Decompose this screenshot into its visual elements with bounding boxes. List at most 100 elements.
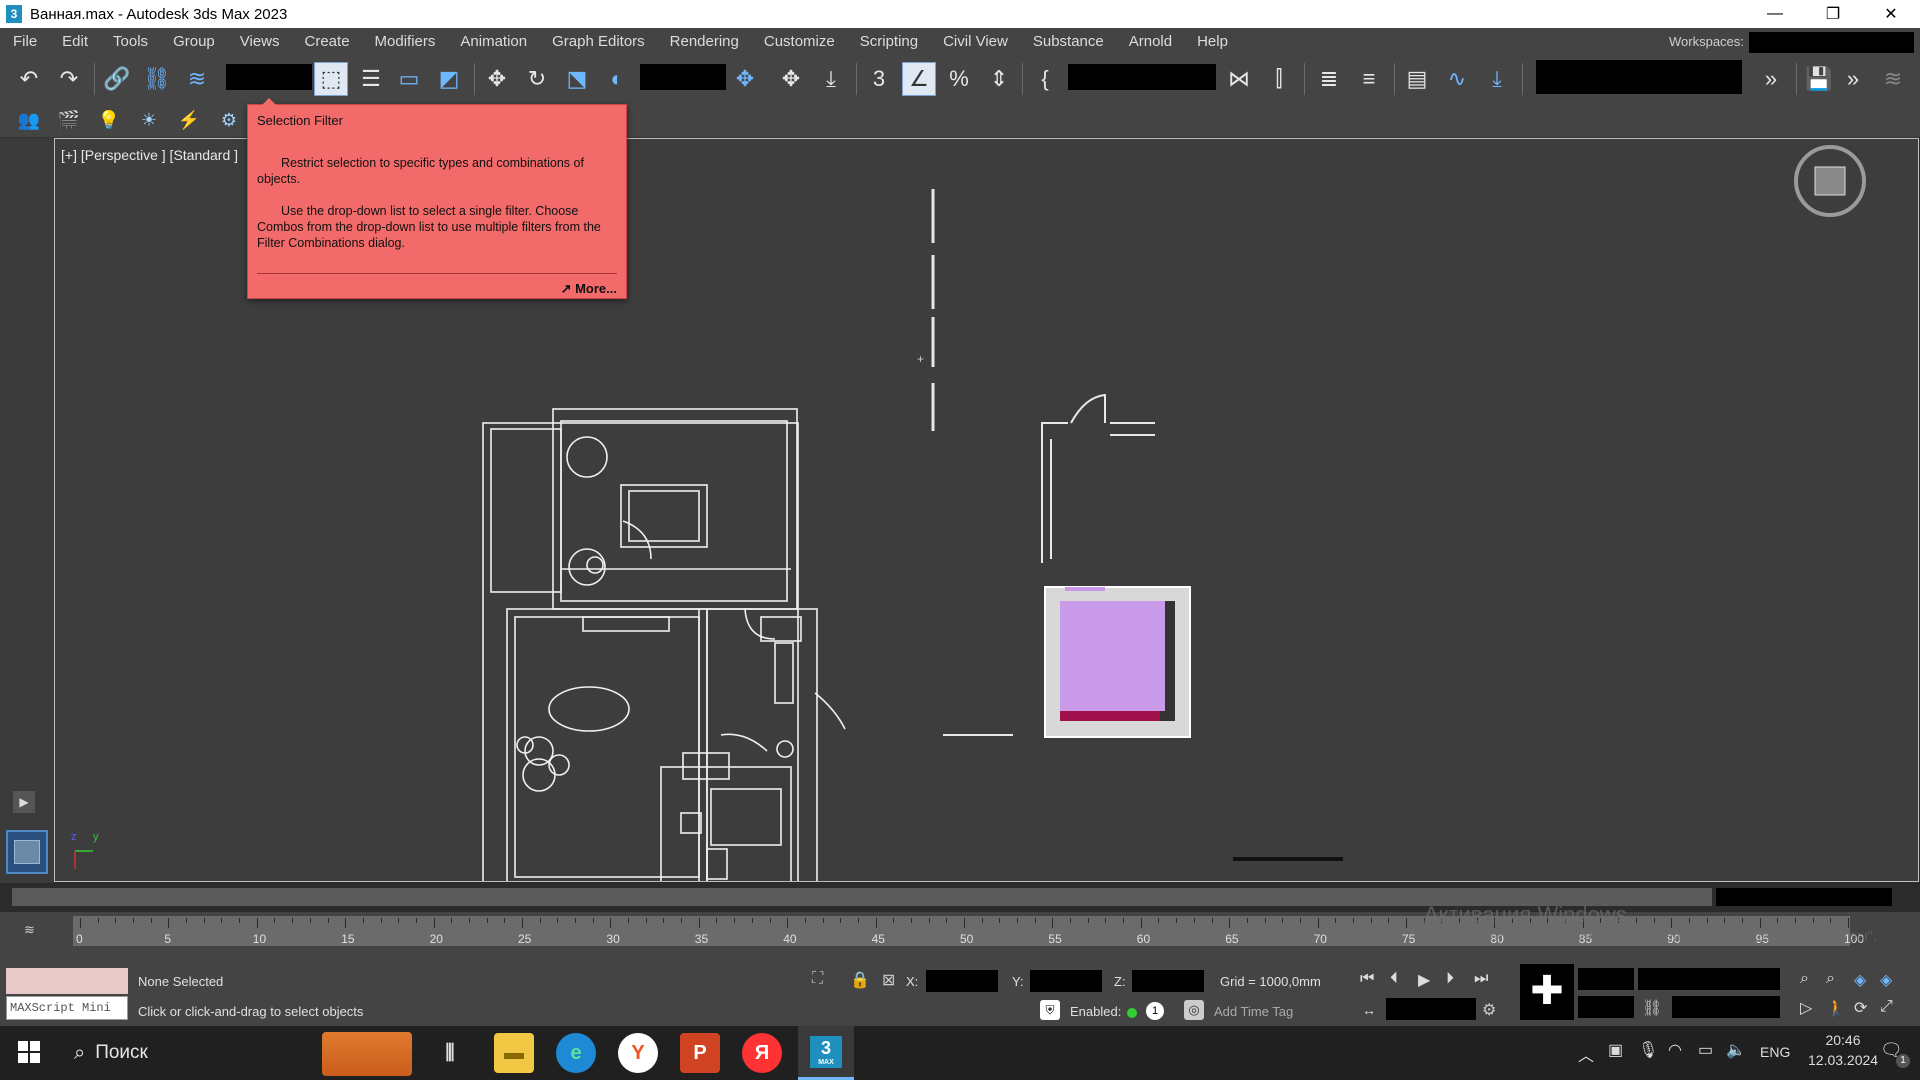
yandex-icon[interactable]: Я bbox=[742, 1033, 782, 1073]
menu-customize[interactable]: Customize bbox=[751, 28, 847, 56]
x-coordinate-field[interactable] bbox=[926, 970, 998, 992]
field-of-view-icon[interactable]: ▷ bbox=[1800, 998, 1812, 1018]
named-selection-icon[interactable]: { bbox=[1028, 62, 1062, 96]
taskbar-search[interactable]: ⌕ Поиск bbox=[64, 1026, 424, 1080]
window-crossing-icon[interactable]: ◩ bbox=[432, 62, 466, 96]
microphone-icon[interactable]: 🎙 bbox=[1638, 1040, 1658, 1060]
align-icon[interactable]: ⫿ bbox=[1262, 62, 1296, 96]
menu-tools[interactable]: Tools bbox=[100, 28, 160, 56]
z-coordinate-field[interactable] bbox=[1132, 970, 1204, 992]
time-config-arrows-icon[interactable]: ↔ bbox=[1362, 1002, 1376, 1018]
maxscript-mini-input[interactable]: MAXScript Mini bbox=[6, 996, 128, 1020]
expand-panel-icon[interactable]: ▶ bbox=[13, 791, 35, 813]
add-time-tag[interactable]: Add Time Tag bbox=[1214, 1004, 1293, 1019]
move-icon[interactable]: ✥ bbox=[480, 62, 514, 96]
key-mode-icon[interactable]: ✚ bbox=[1520, 964, 1574, 1020]
3dsmax-taskbar-button[interactable]: 3 MAX bbox=[798, 1026, 854, 1080]
menu-rendering[interactable]: Rendering bbox=[657, 28, 751, 56]
menu-modifiers[interactable]: Modifiers bbox=[362, 28, 448, 56]
menu-file[interactable]: File bbox=[0, 28, 49, 56]
edge-icon[interactable]: e bbox=[556, 1033, 596, 1073]
tooltip-more-link[interactable]: ↗ More... bbox=[561, 281, 617, 297]
close-button[interactable]: ✕ bbox=[1862, 0, 1920, 28]
select-by-name-icon[interactable]: ☰ bbox=[354, 62, 388, 96]
time-slider-end[interactable] bbox=[1716, 888, 1892, 906]
language-indicator[interactable]: ENG bbox=[1760, 1044, 1790, 1060]
auto-key-button[interactable] bbox=[1578, 968, 1634, 990]
save-icon[interactable]: 💾 bbox=[1802, 62, 1836, 96]
yandex-browser-icon[interactable]: Y bbox=[618, 1033, 658, 1073]
render-setup-icon[interactable]: ⤓ bbox=[1480, 62, 1514, 96]
light-bulb-icon[interactable]: 💡 bbox=[92, 103, 126, 137]
render-preset-dropdown[interactable] bbox=[1536, 60, 1742, 94]
rotate-icon[interactable]: ↻ bbox=[520, 62, 554, 96]
time-config-icon[interactable]: ⚙ bbox=[1482, 1000, 1496, 1020]
toggle-ribbon-icon[interactable]: ▤ bbox=[1400, 62, 1434, 96]
zoom-icon[interactable]: ⌕ bbox=[1800, 970, 1809, 988]
mirror-icon[interactable]: ⋈ bbox=[1222, 62, 1256, 96]
menu-scripting[interactable]: Scripting bbox=[847, 28, 930, 56]
zoom-all-icon[interactable]: ⌕ bbox=[1826, 970, 1835, 988]
viewport-layout-button[interactable] bbox=[6, 830, 48, 874]
previous-frame-icon[interactable]: ⏴ bbox=[1390, 970, 1398, 988]
chevron-up-icon[interactable]: ︿ bbox=[1578, 1042, 1594, 1066]
rectangular-region-icon[interactable]: ▭ bbox=[392, 62, 426, 96]
maximize-viewport-icon[interactable]: ⤢ bbox=[1880, 998, 1893, 1016]
play-icon[interactable]: ▶ bbox=[1418, 970, 1430, 990]
place-icon[interactable]: ◐ bbox=[600, 62, 634, 96]
key-filter-dropdown[interactable] bbox=[1638, 968, 1780, 990]
current-frame-field[interactable] bbox=[1386, 998, 1476, 1020]
spot-light-icon[interactable]: ⚡ bbox=[172, 103, 206, 137]
absolute-mode-icon[interactable]: ⊠ bbox=[882, 970, 895, 990]
menu-arnold[interactable]: Arnold bbox=[1116, 28, 1184, 56]
volume-icon[interactable]: 🔈 bbox=[1726, 1040, 1746, 1060]
wifi-icon[interactable]: ◠ bbox=[1668, 1040, 1682, 1060]
menu-views[interactable]: Views bbox=[227, 28, 292, 56]
menu-group[interactable]: Group bbox=[160, 28, 227, 56]
pivot-icon[interactable]: ✥ bbox=[728, 62, 762, 96]
battery-icon[interactable]: ▭ bbox=[1698, 1040, 1713, 1060]
windows-start-icon[interactable] bbox=[18, 1041, 40, 1063]
select-manipulate-icon[interactable]: ✥ bbox=[774, 62, 808, 96]
redo-icon[interactable]: ↷ bbox=[52, 62, 86, 96]
select-object-icon[interactable]: ⬚ bbox=[314, 62, 348, 96]
file-explorer-icon[interactable]: ▬ bbox=[494, 1033, 534, 1073]
selection-filter-dropdown[interactable] bbox=[226, 64, 312, 90]
y-coordinate-field[interactable] bbox=[1030, 970, 1102, 992]
unlink-icon[interactable]: ⛓ bbox=[140, 62, 174, 96]
snaps-toggle-icon[interactable]: 3 bbox=[862, 62, 896, 96]
undo-icon[interactable]: ↶ bbox=[12, 62, 46, 96]
3dsmax-app-icon[interactable]: 3 bbox=[6, 5, 22, 23]
curve-toggle-icon[interactable]: ≋ bbox=[24, 922, 35, 938]
orbit-icon[interactable]: ⟳ bbox=[1854, 998, 1867, 1018]
menu-help[interactable]: Help bbox=[1184, 28, 1240, 56]
menu-graph-editors[interactable]: Graph Editors bbox=[539, 28, 657, 56]
spinner-snap-icon[interactable]: ⇕ bbox=[982, 62, 1016, 96]
menu-substance[interactable]: Substance bbox=[1020, 28, 1116, 56]
selection-set-field[interactable] bbox=[1672, 996, 1780, 1018]
zoom-extents-icon[interactable]: ◈ bbox=[1854, 970, 1866, 990]
clock[interactable]: 20:46 12.03.2024 bbox=[1808, 1032, 1878, 1068]
toggle-scene-explorer-icon[interactable]: ≣ bbox=[1312, 62, 1346, 96]
curve-editor-icon[interactable]: ∿ bbox=[1440, 62, 1474, 96]
menu-animation[interactable]: Animation bbox=[447, 28, 539, 56]
crowd-icon[interactable]: 👥 bbox=[12, 103, 46, 137]
toggle-layer-explorer-icon[interactable]: ≡ bbox=[1352, 62, 1386, 96]
walk-icon[interactable]: 🚶 bbox=[1826, 998, 1846, 1018]
percent-snap-icon[interactable]: % bbox=[942, 62, 976, 96]
settings-icon[interactable]: ⚙ bbox=[212, 103, 246, 137]
restore-button[interactable]: ❐ bbox=[1804, 0, 1862, 28]
goto-start-icon[interactable]: ⏮ bbox=[1360, 970, 1374, 988]
powerpoint-icon[interactable]: P bbox=[680, 1033, 720, 1073]
scale-icon[interactable]: ⬔ bbox=[560, 62, 594, 96]
meet-icon[interactable]: ▣ bbox=[1608, 1040, 1623, 1060]
maxscript-listener-output[interactable] bbox=[6, 968, 128, 994]
menu-edit[interactable]: Edit bbox=[49, 28, 100, 56]
reference-coordinate-dropdown[interactable] bbox=[640, 64, 726, 90]
goto-end-icon[interactable]: ⏭ bbox=[1474, 970, 1488, 988]
minimize-button[interactable]: — bbox=[1746, 0, 1804, 28]
menu-civil-view[interactable]: Civil View bbox=[930, 28, 1020, 56]
angle-snap-icon[interactable]: ∠ bbox=[902, 62, 936, 96]
task-view-icon[interactable]: ⫼ bbox=[430, 1033, 470, 1073]
workspaces-dropdown[interactable] bbox=[1749, 32, 1914, 53]
